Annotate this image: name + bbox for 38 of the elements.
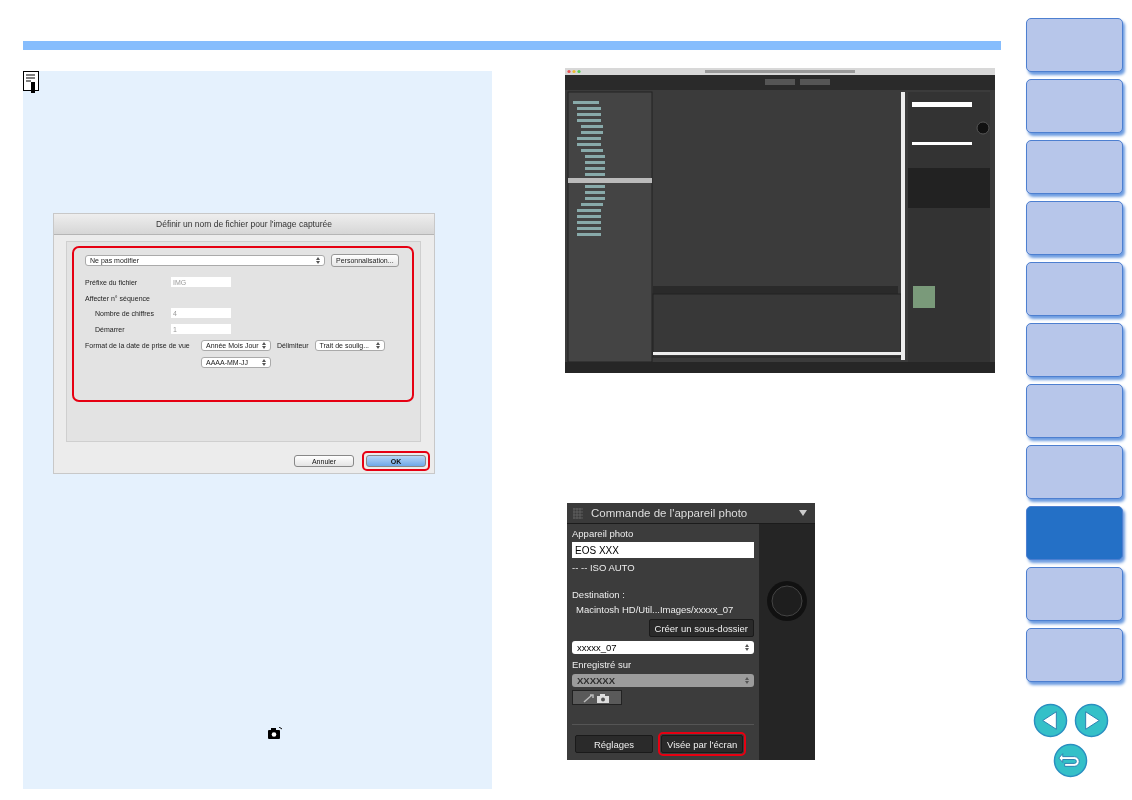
remote-shoot-button[interactable] (572, 690, 622, 705)
camera-status: -- -- ISO AUTO (572, 562, 636, 573)
panel-title: Commande de l'appareil photo (591, 507, 749, 519)
chapter-tab[interactable] (1026, 506, 1123, 560)
chapter-tab[interactable] (1026, 323, 1123, 377)
previous-page-icon[interactable] (1033, 703, 1068, 738)
camera-name-field[interactable]: EOS XXX (572, 542, 754, 558)
chapter-tab[interactable] (1026, 201, 1123, 255)
field-label: Appareil photo (572, 528, 635, 539)
camera-icon (582, 692, 612, 703)
stepper-icon (745, 644, 749, 651)
destination-path: Macintosh HD/Util...Images/xxxxx_07 (575, 604, 735, 615)
field-label: Destination : (572, 589, 626, 600)
chapter-tab[interactable] (1026, 445, 1123, 499)
chapter-tab[interactable] (1026, 567, 1123, 621)
stepper-icon (262, 359, 266, 366)
chapter-tab[interactable] (1026, 384, 1123, 438)
chapter-tab[interactable] (1026, 18, 1123, 72)
collapse-icon[interactable] (799, 510, 807, 516)
chapter-tab[interactable] (1026, 140, 1123, 194)
field-label: Enregistré sur (572, 659, 633, 670)
memo-icon (23, 71, 39, 93)
chapter-tab[interactable] (1026, 79, 1123, 133)
chapter-tab[interactable] (1026, 262, 1123, 316)
folder-select[interactable]: xxxxx_07 (572, 641, 754, 654)
return-icon[interactable] (1053, 743, 1088, 778)
stepper-icon (745, 677, 749, 684)
knob-icon[interactable] (766, 580, 808, 622)
live-view-button[interactable]: Visée par l'écran (661, 735, 744, 753)
grip-icon (573, 507, 583, 519)
subfolder-button[interactable]: Créer un sous-dossier (648, 619, 754, 637)
stepper-icon (262, 342, 266, 349)
chapter-tab[interactable] (1026, 628, 1123, 682)
stepper-icon (316, 257, 320, 264)
camera-icon (268, 727, 282, 740)
stepper-icon (375, 342, 380, 349)
settings-button[interactable]: Réglages (575, 735, 653, 753)
next-page-icon[interactable] (1074, 703, 1109, 738)
